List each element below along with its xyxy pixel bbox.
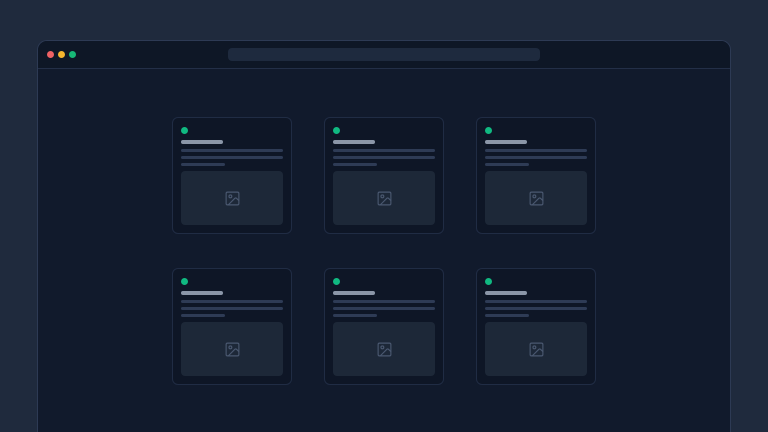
image-placeholder <box>181 322 283 376</box>
skeleton-text-line <box>181 307 283 310</box>
skeleton-title-line <box>485 140 527 144</box>
image-placeholder <box>333 322 435 376</box>
status-dot <box>333 278 340 285</box>
card-grid <box>38 69 730 385</box>
minimize-window-button[interactable] <box>58 51 65 58</box>
address-bar[interactable] <box>228 48 540 61</box>
skeleton-title-line <box>333 140 375 144</box>
image-icon <box>376 341 393 358</box>
skeleton-text-line <box>181 314 225 317</box>
skeleton-title-line <box>181 140 223 144</box>
zoom-window-button[interactable] <box>69 51 76 58</box>
window-titlebar <box>38 41 730 69</box>
card[interactable] <box>324 268 444 385</box>
skeleton-text-line <box>181 156 283 159</box>
image-icon <box>224 190 241 207</box>
skeleton-text-line <box>485 307 587 310</box>
skeleton-text-line <box>333 163 377 166</box>
skeleton-text-line <box>485 149 587 152</box>
status-dot <box>333 127 340 134</box>
image-placeholder <box>181 171 283 225</box>
status-dot <box>485 278 492 285</box>
card[interactable] <box>172 268 292 385</box>
skeleton-text-line <box>181 149 283 152</box>
skeleton-text-line <box>333 156 435 159</box>
skeleton-text-line <box>333 307 435 310</box>
status-dot <box>485 127 492 134</box>
image-icon <box>528 190 545 207</box>
skeleton-text-line <box>181 163 225 166</box>
window-controls <box>47 41 76 68</box>
skeleton-text-line <box>485 156 587 159</box>
status-dot <box>181 278 188 285</box>
skeleton-text-line <box>485 314 529 317</box>
skeleton-text-line <box>181 300 283 303</box>
browser-window <box>37 40 731 432</box>
skeleton-title-line <box>485 291 527 295</box>
skeleton-text-line <box>333 149 435 152</box>
skeleton-text-line <box>485 163 529 166</box>
image-placeholder <box>485 322 587 376</box>
card[interactable] <box>476 268 596 385</box>
skeleton-text-line <box>485 300 587 303</box>
card[interactable] <box>172 117 292 234</box>
status-dot <box>181 127 188 134</box>
skeleton-text-line <box>333 314 377 317</box>
image-icon <box>376 190 393 207</box>
skeleton-title-line <box>181 291 223 295</box>
card[interactable] <box>476 117 596 234</box>
close-window-button[interactable] <box>47 51 54 58</box>
skeleton-title-line <box>333 291 375 295</box>
image-icon <box>224 341 241 358</box>
image-placeholder <box>485 171 587 225</box>
card[interactable] <box>324 117 444 234</box>
skeleton-text-line <box>333 300 435 303</box>
image-icon <box>528 341 545 358</box>
image-placeholder <box>333 171 435 225</box>
